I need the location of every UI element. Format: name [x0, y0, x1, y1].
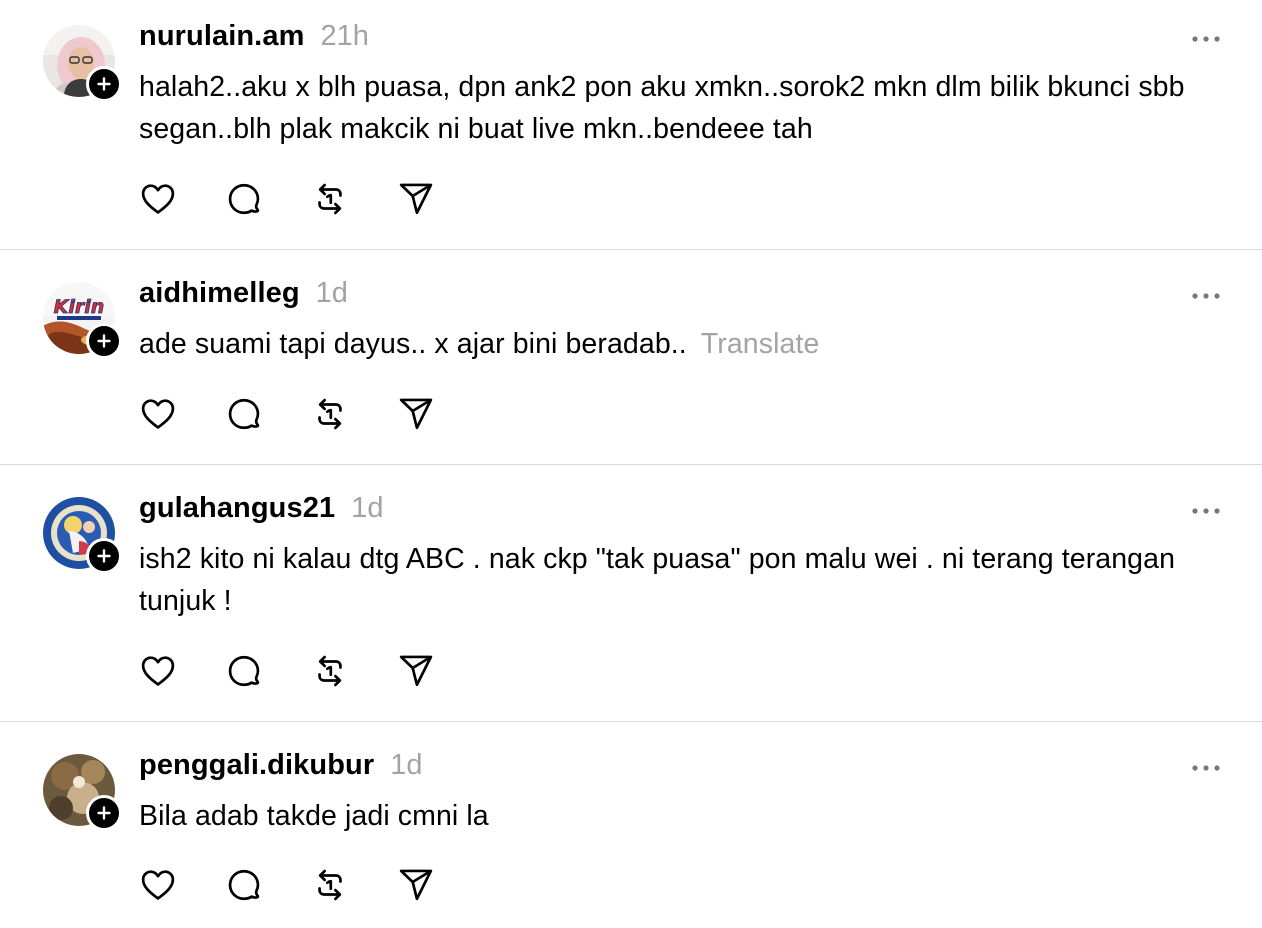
share-button[interactable]	[397, 180, 435, 218]
follow-button[interactable]	[86, 795, 122, 831]
avatar-logo-text: Kirin	[54, 296, 105, 318]
action-bar	[139, 865, 435, 905]
like-button[interactable]	[139, 180, 177, 218]
post-header: penggali.dikubur 1d	[139, 749, 422, 782]
repost-icon	[311, 652, 349, 690]
plus-icon	[93, 545, 115, 567]
comment-post: gulahangus21 1d ish2 kito ni kalau dtg A…	[0, 465, 1262, 722]
plus-icon	[93, 330, 115, 352]
more-options-button[interactable]	[1186, 284, 1226, 308]
comment-text-content: Bila adab takde jadi cmni la	[139, 800, 489, 832]
more-horizontal-icon	[1186, 284, 1226, 308]
more-horizontal-icon	[1186, 27, 1226, 51]
repost-button[interactable]	[311, 866, 349, 904]
post-header: gulahangus21 1d	[139, 492, 383, 525]
post-header: aidhimelleg 1d	[139, 277, 348, 310]
speech-bubble-icon	[225, 652, 263, 690]
comment-text: ade suami tapi dayus.. x ajar bini berad…	[139, 323, 1219, 365]
more-horizontal-icon	[1186, 756, 1226, 780]
heart-icon	[139, 652, 177, 690]
repost-button[interactable]	[311, 395, 349, 433]
avatar-wrap	[43, 25, 122, 102]
like-button[interactable]	[139, 866, 177, 904]
username[interactable]: penggali.dikubur	[139, 749, 374, 782]
more-options-button[interactable]	[1186, 756, 1226, 780]
avatar-wrap	[43, 754, 122, 831]
more-options-button[interactable]	[1186, 499, 1226, 523]
username[interactable]: gulahangus21	[139, 492, 335, 525]
like-button[interactable]	[139, 395, 177, 433]
comment-post: nurulain.am 21h halah2..aku x blh puasa,…	[0, 0, 1262, 250]
paper-plane-icon	[397, 866, 435, 904]
post-header: nurulain.am 21h	[139, 20, 369, 53]
timestamp: 21h	[320, 20, 369, 52]
follow-button[interactable]	[86, 66, 122, 102]
repost-icon	[311, 866, 349, 904]
speech-bubble-icon	[225, 180, 263, 218]
speech-bubble-icon	[225, 866, 263, 904]
comment-text: ish2 kito ni kalau dtg ABC . nak ckp "ta…	[139, 538, 1219, 622]
comment-text: Bila adab takde jadi cmni la	[139, 795, 1219, 837]
repost-icon	[311, 180, 349, 218]
follow-button[interactable]	[86, 323, 122, 359]
comment-text-content: ish2 kito ni kalau dtg ABC . nak ckp "ta…	[139, 543, 1176, 617]
action-bar	[139, 394, 435, 434]
reply-button[interactable]	[225, 395, 263, 433]
comment-post: Kirin aidhimelleg 1d ade suami tapi dayu…	[0, 250, 1262, 465]
heart-icon	[139, 866, 177, 904]
heart-icon	[139, 180, 177, 218]
paper-plane-icon	[397, 652, 435, 690]
heart-icon	[139, 395, 177, 433]
repost-icon	[311, 395, 349, 433]
comment-text: halah2..aku x blh puasa, dpn ank2 pon ak…	[139, 66, 1219, 150]
comment-post: penggali.dikubur 1d Bila adab takde jadi…	[0, 722, 1262, 928]
plus-icon	[93, 802, 115, 824]
share-button[interactable]	[397, 866, 435, 904]
username[interactable]: aidhimelleg	[139, 277, 300, 310]
avatar-wrap	[43, 497, 122, 574]
follow-button[interactable]	[86, 538, 122, 574]
more-options-button[interactable]	[1186, 27, 1226, 51]
reply-button[interactable]	[225, 180, 263, 218]
share-button[interactable]	[397, 395, 435, 433]
speech-bubble-icon	[225, 395, 263, 433]
repost-button[interactable]	[311, 180, 349, 218]
share-button[interactable]	[397, 652, 435, 690]
reply-button[interactable]	[225, 866, 263, 904]
timestamp: 1d	[315, 277, 348, 309]
action-bar	[139, 179, 435, 219]
comment-text-content: ade suami tapi dayus.. x ajar bini berad…	[139, 328, 687, 360]
paper-plane-icon	[397, 180, 435, 218]
username[interactable]: nurulain.am	[139, 20, 304, 53]
more-horizontal-icon	[1186, 499, 1226, 523]
paper-plane-icon	[397, 395, 435, 433]
comments-feed: nurulain.am 21h halah2..aku x blh puasa,…	[0, 0, 1262, 928]
avatar-wrap: Kirin	[43, 282, 122, 359]
plus-icon	[93, 73, 115, 95]
translate-link[interactable]: Translate	[701, 328, 820, 360]
like-button[interactable]	[139, 652, 177, 690]
action-bar	[139, 651, 435, 691]
timestamp: 1d	[351, 492, 384, 524]
comment-text-content: halah2..aku x blh puasa, dpn ank2 pon ak…	[139, 71, 1185, 145]
repost-button[interactable]	[311, 652, 349, 690]
timestamp: 1d	[390, 749, 423, 781]
reply-button[interactable]	[225, 652, 263, 690]
